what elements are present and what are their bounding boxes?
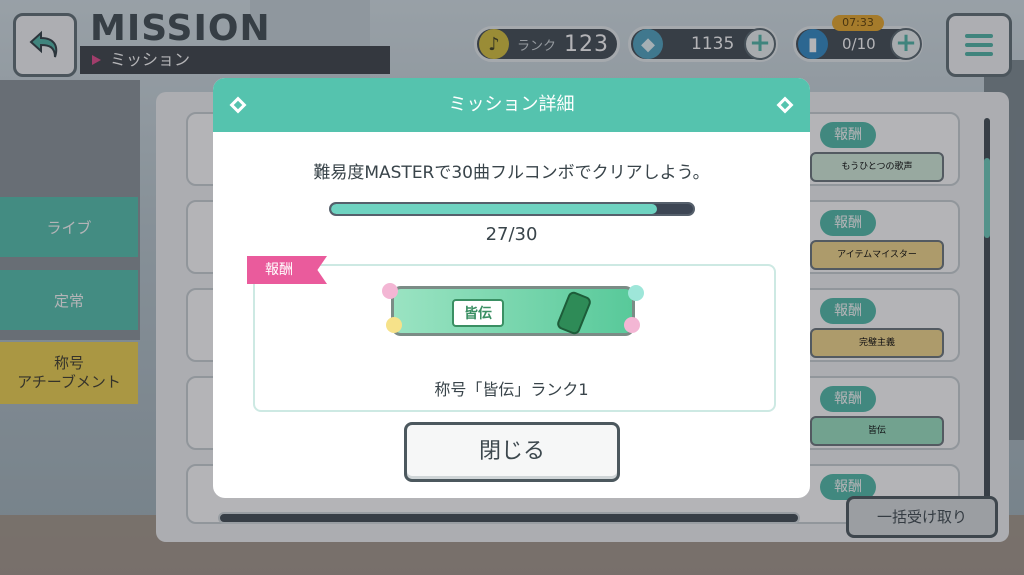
mission-progress-bar — [329, 202, 695, 216]
reward-tag: 報酬 — [247, 256, 327, 284]
close-button[interactable]: 閉じる — [404, 422, 620, 482]
diamond-icon — [776, 96, 794, 114]
modal-header: ミッション詳細 — [213, 78, 810, 132]
flower-icon — [628, 285, 644, 301]
green-can-icon — [555, 289, 593, 337]
progress-text: 27/30 — [485, 224, 538, 245]
progress-fill — [331, 204, 657, 214]
reward-title-badge: 皆伝 — [382, 283, 644, 337]
flower-icon — [624, 317, 640, 333]
mission-detail-modal: ミッション詳細 難易度MASTERで30曲フルコンボでクリアしよう。 27/30… — [213, 78, 810, 498]
reward-label: 称号「皆伝」ランク1 — [434, 380, 589, 399]
badge-text: 皆伝 — [452, 299, 504, 327]
flower-icon — [382, 283, 398, 299]
modal-title: ミッション詳細 — [448, 94, 575, 115]
flower-icon — [386, 317, 402, 333]
mission-description: 難易度MASTERで30曲フルコンボでクリアしよう。 — [313, 163, 710, 183]
diamond-icon — [229, 96, 247, 114]
